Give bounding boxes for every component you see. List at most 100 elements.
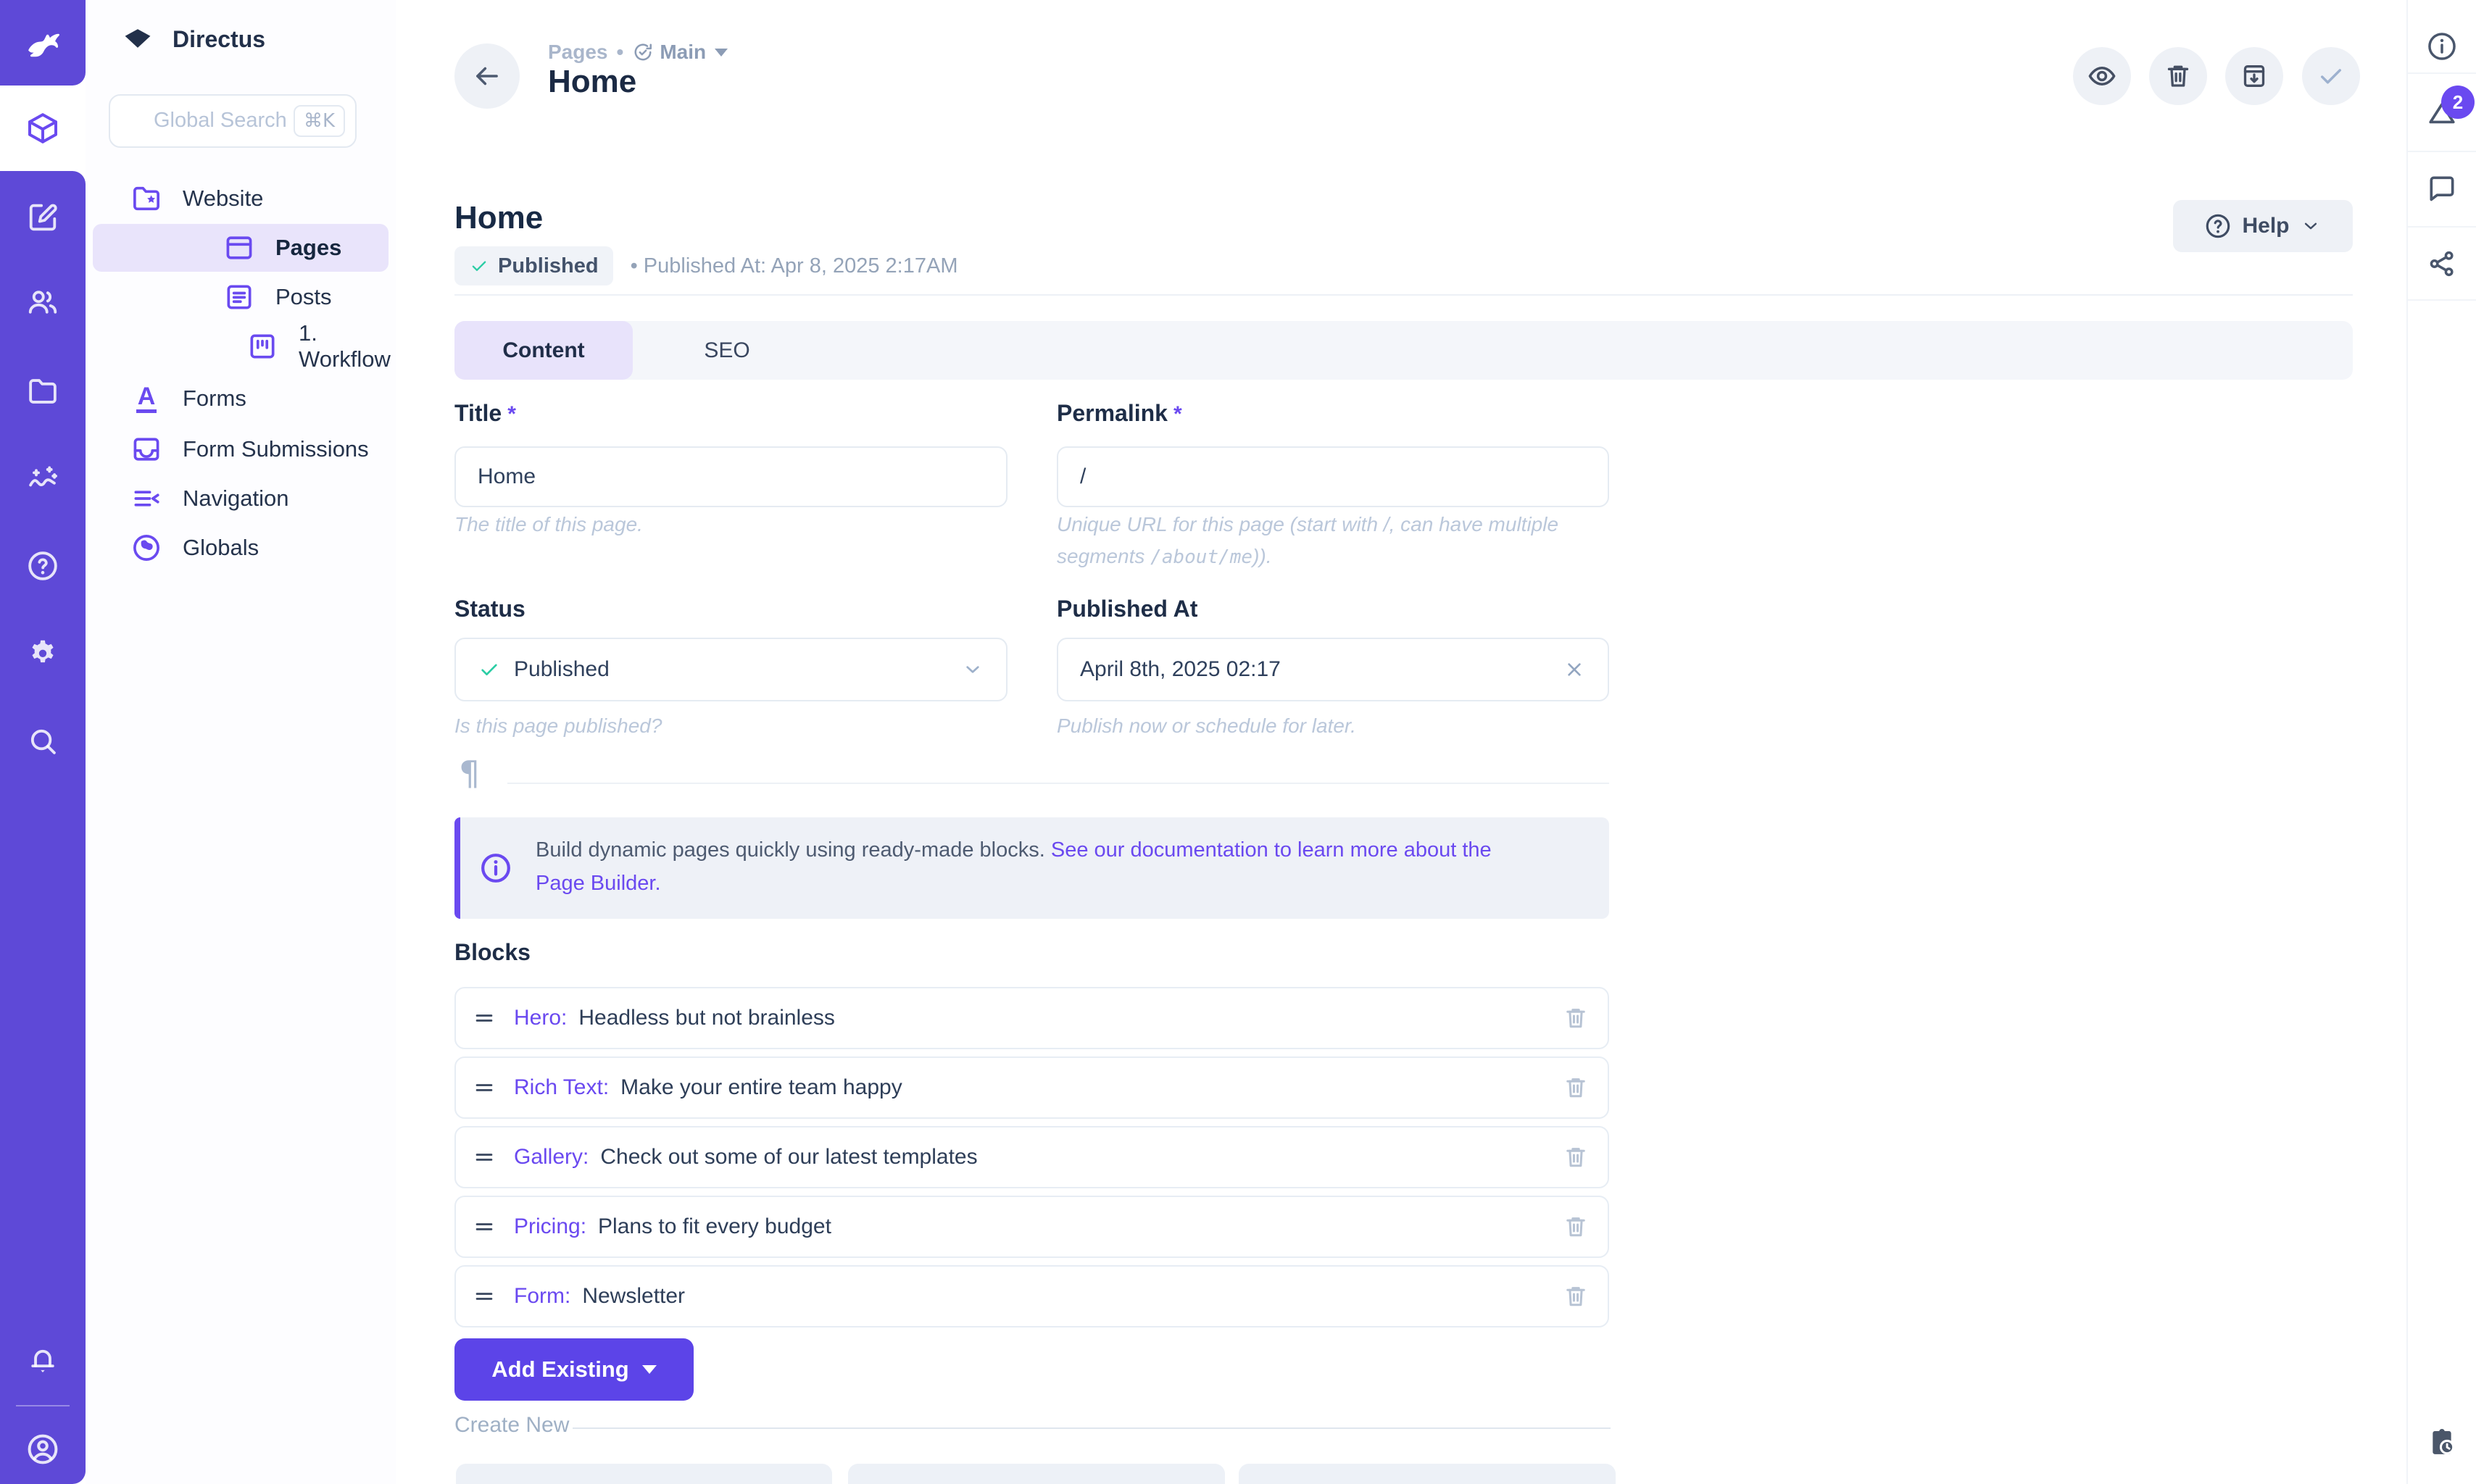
trash-icon[interactable] bbox=[1563, 1214, 1589, 1240]
archive-box-down-icon bbox=[2240, 62, 2269, 91]
module-search[interactable] bbox=[0, 705, 86, 778]
module-help[interactable] bbox=[0, 530, 86, 602]
published-at-label: Published At bbox=[1057, 596, 1197, 622]
archive-button[interactable] bbox=[2225, 47, 2283, 105]
flows-button[interactable] bbox=[2408, 1413, 2476, 1471]
folder-star-icon bbox=[130, 183, 162, 214]
sidebar-item-globals[interactable]: Globals bbox=[130, 524, 259, 572]
breadcrumb-version[interactable]: Main bbox=[660, 41, 706, 64]
rail-divider bbox=[2408, 151, 2476, 152]
create-new-option[interactable] bbox=[848, 1464, 1225, 1484]
status-value: Published bbox=[514, 657, 610, 682]
sidebar-item-label: Form Submissions bbox=[183, 436, 369, 462]
back-button[interactable] bbox=[454, 43, 520, 109]
drag-handle-icon[interactable] bbox=[472, 1284, 497, 1309]
block-title: Headless but not brainless bbox=[578, 1006, 835, 1030]
project-logo-icon bbox=[119, 23, 157, 55]
module-users[interactable] bbox=[0, 266, 86, 338]
sidebar-item-workflow[interactable]: 1. Workflow bbox=[246, 322, 396, 370]
sidebar-item-form-submissions[interactable]: Form Submissions bbox=[130, 425, 369, 473]
chevron-down-icon bbox=[961, 658, 984, 681]
published-at-value: April 8th, 2025 02:17 bbox=[1080, 657, 1281, 682]
post-article-icon bbox=[223, 281, 255, 313]
sidebar-item-navigation[interactable]: Navigation bbox=[130, 475, 288, 522]
item-info-button[interactable] bbox=[2408, 20, 2476, 72]
breadcrumb-collection[interactable]: Pages bbox=[548, 41, 608, 64]
trash-icon[interactable] bbox=[1563, 1283, 1589, 1309]
project-header[interactable]: Directus bbox=[119, 23, 265, 55]
global-search-input[interactable] bbox=[152, 96, 300, 145]
tab-bar: Content SEO bbox=[454, 321, 2353, 380]
module-files[interactable] bbox=[0, 355, 86, 428]
comments-button[interactable] bbox=[2408, 161, 2476, 216]
published-meta: • Published At: Apr 8, 2025 2:17AM bbox=[631, 254, 958, 278]
block-type: Gallery: bbox=[514, 1145, 589, 1170]
rabbit-logo-icon bbox=[19, 19, 67, 67]
sidebar-item-posts[interactable]: Posts bbox=[223, 273, 332, 321]
delete-button[interactable] bbox=[2149, 47, 2207, 105]
divider bbox=[454, 294, 2353, 296]
block-row[interactable]: Hero: Headless but not brainless bbox=[454, 987, 1609, 1049]
sidebar-item-forms[interactable]: A Forms bbox=[130, 375, 246, 422]
eye-icon bbox=[2087, 61, 2117, 91]
nav-list-icon bbox=[130, 483, 162, 514]
drag-handle-icon[interactable] bbox=[472, 1075, 497, 1100]
drag-handle-icon[interactable] bbox=[472, 1145, 497, 1170]
status-badge: Published bbox=[454, 246, 613, 285]
block-row[interactable]: Gallery: Check out some of our latest te… bbox=[454, 1126, 1609, 1188]
help-button[interactable]: Help bbox=[2173, 200, 2353, 252]
block-type: Rich Text: bbox=[514, 1075, 609, 1100]
sidebar-item-pages[interactable]: Pages bbox=[223, 224, 341, 272]
folder-icon bbox=[26, 375, 59, 408]
create-new-option[interactable] bbox=[1239, 1464, 1616, 1484]
user-menu-button[interactable] bbox=[0, 1413, 86, 1484]
published-at-input[interactable]: April 8th, 2025 02:17 bbox=[1057, 638, 1609, 701]
tab-content[interactable]: Content bbox=[454, 321, 633, 380]
status-select[interactable]: Published bbox=[454, 638, 1008, 701]
add-existing-button[interactable]: Add Existing bbox=[454, 1338, 694, 1401]
search-icon bbox=[26, 725, 59, 758]
rail-divider bbox=[2408, 226, 2476, 228]
module-settings[interactable] bbox=[0, 617, 86, 690]
create-new-divider bbox=[573, 1427, 1611, 1429]
divider bbox=[507, 783, 1609, 784]
block-row[interactable]: Pricing: Plans to fit every budget bbox=[454, 1196, 1609, 1258]
breadcrumb[interactable]: Pages • Main bbox=[548, 41, 728, 64]
permalink-input[interactable] bbox=[1057, 446, 1609, 507]
permalink-label: Permalink* bbox=[1057, 400, 1182, 427]
tab-seo[interactable]: SEO bbox=[633, 321, 821, 380]
share-nodes-icon bbox=[2427, 249, 2457, 279]
module-editor[interactable] bbox=[0, 181, 86, 254]
trash-icon[interactable] bbox=[1563, 1005, 1589, 1031]
content-cube-icon bbox=[25, 111, 60, 146]
clear-x-icon[interactable] bbox=[1563, 658, 1586, 681]
sidebar-item-website[interactable]: Website bbox=[130, 175, 263, 222]
save-button[interactable] bbox=[2302, 47, 2360, 105]
module-insights[interactable] bbox=[0, 443, 86, 515]
block-row[interactable]: Rich Text: Make your entire team happy bbox=[454, 1056, 1609, 1119]
search-shortcut-badge: ⌘K bbox=[294, 105, 345, 137]
settings-gear-icon bbox=[26, 637, 59, 670]
sidebar-item-label: Website bbox=[183, 186, 263, 212]
drag-handle-icon[interactable] bbox=[472, 1006, 497, 1030]
trash-icon[interactable] bbox=[1563, 1075, 1589, 1101]
notifications-button[interactable] bbox=[0, 1325, 86, 1398]
directus-logo[interactable] bbox=[0, 0, 86, 86]
block-row[interactable]: Form: Newsletter bbox=[454, 1265, 1609, 1327]
share-button[interactable] bbox=[2408, 236, 2476, 291]
trash-icon[interactable] bbox=[1563, 1144, 1589, 1170]
drag-handle-icon[interactable] bbox=[472, 1214, 497, 1239]
status-row: Published • Published At: Apr 8, 2025 2:… bbox=[454, 246, 957, 285]
preview-button[interactable] bbox=[2073, 47, 2131, 105]
title-input[interactable] bbox=[454, 446, 1008, 507]
block-title: Make your entire team happy bbox=[620, 1075, 902, 1100]
item-heading: Home bbox=[454, 200, 543, 236]
status-note: Is this page published? bbox=[454, 710, 662, 742]
module-content-active[interactable] bbox=[0, 86, 86, 171]
global-search[interactable]: ⌘K bbox=[109, 94, 357, 148]
create-new-option[interactable] bbox=[456, 1464, 832, 1484]
directus-app: ⌘K Website Pages Posts 1 bbox=[0, 0, 2476, 1484]
sidebar-item-label: Globals bbox=[183, 535, 259, 561]
right-sidebar: 2 bbox=[2406, 0, 2476, 1484]
version-sync-icon bbox=[632, 41, 654, 63]
